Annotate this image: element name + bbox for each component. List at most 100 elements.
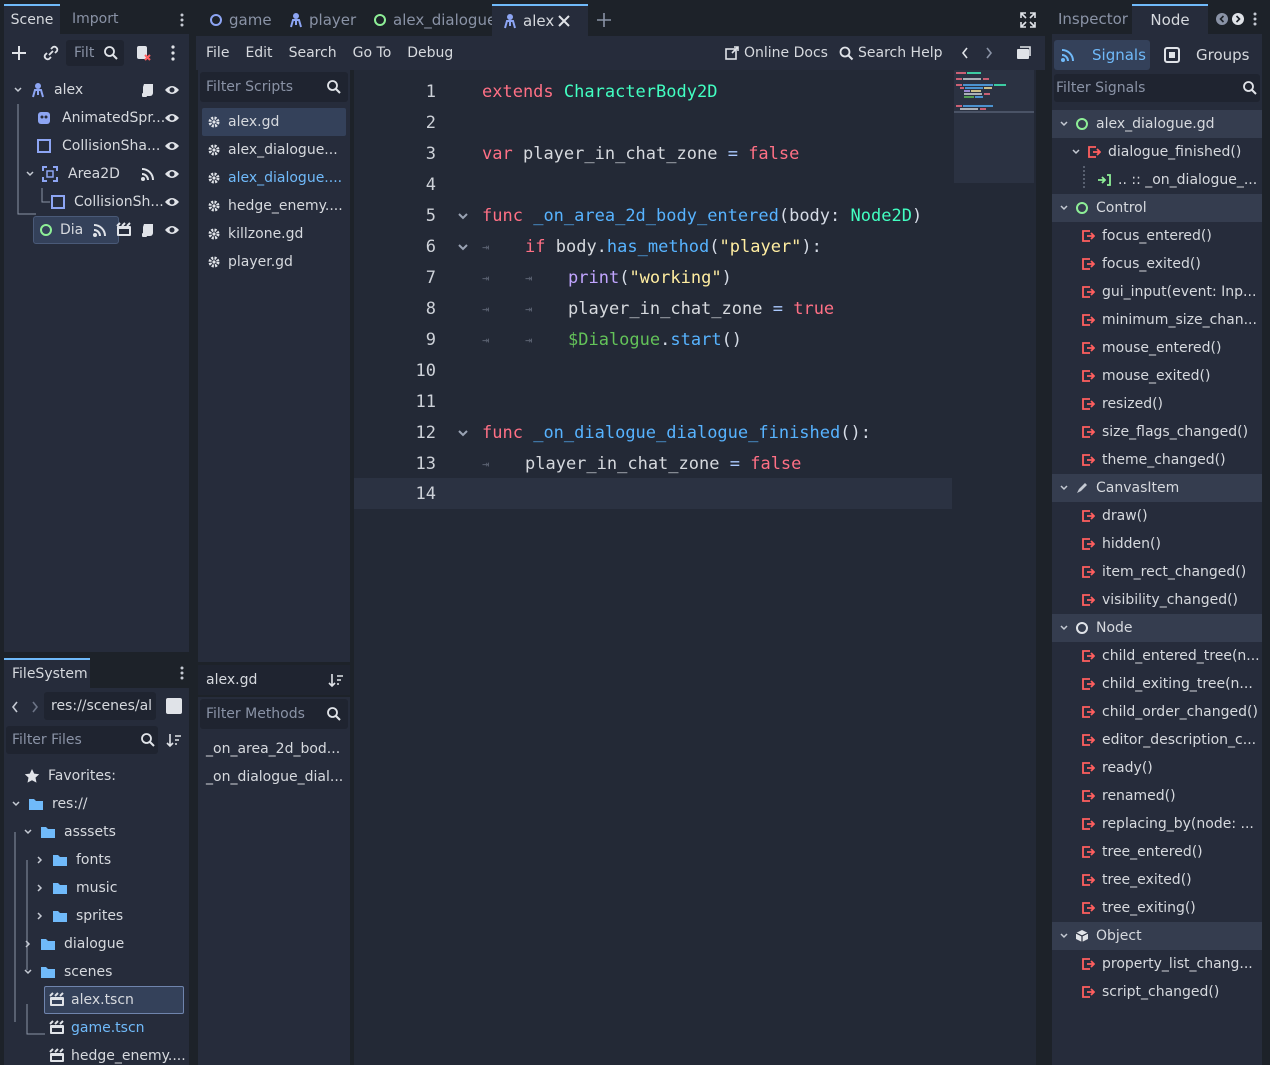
tab-filesystem[interactable]: FileSystem — [4, 658, 90, 688]
script-icon[interactable] — [140, 222, 156, 238]
file-alex-tscn[interactable]: alex.tscn — [44, 986, 184, 1014]
visibility-icon[interactable] — [164, 222, 180, 238]
fold-arrow-icon[interactable] — [444, 428, 482, 438]
signal-item[interactable]: script_changed() — [1052, 978, 1262, 1006]
signal-item[interactable]: focus_exited() — [1052, 250, 1262, 278]
signal-item[interactable]: child_entered_tree(n... — [1052, 642, 1262, 670]
chevron-down-icon[interactable] — [10, 82, 26, 98]
signal-icon[interactable] — [140, 166, 156, 182]
tab-node[interactable]: Node — [1132, 4, 1208, 34]
path-field[interactable]: res://scenes/al — [44, 692, 156, 720]
back-arrow-icon[interactable] — [960, 46, 970, 60]
add-tab-icon[interactable] — [596, 12, 612, 28]
signal-group-object[interactable]: Object — [1052, 922, 1262, 950]
split-mode-icon[interactable] — [166, 698, 182, 714]
link-icon[interactable] — [42, 44, 60, 62]
file-game-tscn[interactable]: game.tscn — [4, 1014, 189, 1042]
tree-item-dialogue[interactable]: Dia — [4, 216, 189, 244]
filter-scripts-input[interactable]: Filter Scripts — [200, 72, 348, 102]
file-hedge-enemy[interactable]: hedge_enemy.... — [4, 1042, 189, 1065]
add-node-icon[interactable] — [10, 44, 28, 62]
scene-instance-icon[interactable] — [116, 222, 132, 238]
visibility-icon[interactable] — [164, 110, 180, 126]
method-item[interactable]: _on_area_2d_bod... — [198, 735, 350, 763]
signal-item[interactable]: child_order_changed() — [1052, 698, 1262, 726]
signal-group-canvasitem[interactable]: CanvasItem — [1052, 474, 1262, 502]
folder-sprites[interactable]: sprites — [4, 902, 189, 930]
dock-menu-icon[interactable] — [178, 665, 186, 681]
current-script-field[interactable]: alex.gd — [198, 665, 350, 695]
folder-scenes[interactable]: scenes — [4, 958, 189, 986]
visibility-icon[interactable] — [164, 166, 180, 182]
signal-group-node[interactable]: Node — [1052, 614, 1262, 642]
signal-item[interactable]: dialogue_finished() — [1052, 138, 1262, 166]
signal-item[interactable]: draw() — [1052, 502, 1262, 530]
filter-signals-input[interactable]: Filter Signals — [1054, 74, 1260, 102]
signal-item[interactable]: item_rect_changed() — [1052, 558, 1262, 586]
signal-item[interactable]: tree_exited() — [1052, 866, 1262, 894]
signal-item[interactable]: tree_entered() — [1052, 838, 1262, 866]
scene-filter-input[interactable]: Filt — [66, 40, 124, 66]
chevron-right-icon[interactable] — [32, 880, 48, 896]
signals-tab[interactable]: Signals — [1054, 40, 1150, 70]
signal-item[interactable]: visibility_changed() — [1052, 586, 1262, 614]
dock-menu-icon[interactable] — [178, 12, 186, 28]
menu-debug[interactable]: Debug — [407, 45, 453, 61]
filter-methods-input[interactable]: Filter Methods — [200, 699, 348, 729]
tab-player[interactable]: player — [280, 4, 364, 36]
signal-item[interactable]: focus_entered() — [1052, 222, 1262, 250]
menu-search[interactable]: Search — [289, 45, 337, 61]
chevron-down-icon[interactable] — [20, 824, 36, 840]
fold-arrow-icon[interactable] — [444, 242, 482, 252]
signal-item[interactable]: size_flags_changed() — [1052, 418, 1262, 446]
signal-item[interactable]: tree_exiting() — [1052, 894, 1262, 922]
chevron-right-icon[interactable] — [32, 908, 48, 924]
signal-item[interactable]: theme_changed() — [1052, 446, 1262, 474]
script-item[interactable]: hedge_enemy.... — [202, 192, 346, 220]
dock-menu-icon[interactable] — [1252, 12, 1258, 28]
chevron-down-icon[interactable] — [1056, 200, 1072, 216]
minimap[interactable] — [954, 70, 1034, 183]
filter-files-input[interactable]: Filter Files — [6, 726, 158, 754]
tab-inspector[interactable]: Inspector — [1058, 4, 1128, 34]
search-help-button[interactable]: Search Help — [838, 36, 942, 70]
favorites-item[interactable]: Favorites: — [4, 762, 189, 790]
folder-fonts[interactable]: fonts — [4, 846, 189, 874]
menu-edit[interactable]: Edit — [245, 45, 272, 61]
chevron-right-icon[interactable] — [20, 936, 36, 952]
script-item[interactable]: alex_dialogue.... — [202, 164, 346, 192]
signal-item[interactable]: child_exiting_tree(n... — [1052, 670, 1262, 698]
close-icon[interactable] — [558, 15, 570, 27]
tab-import[interactable]: Import — [72, 4, 118, 34]
folder-music[interactable]: music — [4, 874, 189, 902]
visibility-icon[interactable] — [164, 82, 180, 98]
method-item[interactable]: _on_dialogue_dial... — [198, 763, 350, 791]
signal-item[interactable]: resized() — [1052, 390, 1262, 418]
sort-icon[interactable] — [166, 732, 182, 748]
tree-item-collisionshape[interactable]: CollisionSha... — [4, 132, 189, 160]
tree-item-collisionshape2[interactable]: CollisionSh... — [4, 188, 189, 216]
folder-res[interactable]: res:// — [4, 790, 189, 818]
online-docs-button[interactable]: Online Docs — [724, 36, 828, 70]
chevron-down-icon[interactable] — [1056, 620, 1072, 636]
make-floating-icon[interactable] — [1016, 45, 1032, 61]
folder-dialogue[interactable]: dialogue — [4, 930, 189, 958]
distraction-free-icon[interactable] — [1020, 12, 1036, 28]
signal-item[interactable]: replacing_by(node: ... — [1052, 810, 1262, 838]
signal-item[interactable]: mouse_exited() — [1052, 362, 1262, 390]
signal-item[interactable]: property_list_chang... — [1052, 950, 1262, 978]
script-icon[interactable] — [140, 82, 156, 98]
signal-item[interactable]: gui_input(event: Inp... — [1052, 278, 1262, 306]
signal-icon[interactable] — [92, 222, 108, 238]
script-remove-icon[interactable] — [134, 44, 152, 62]
signal-group-control[interactable]: Control — [1052, 194, 1262, 222]
signal-item[interactable]: minimum_size_chan... — [1052, 306, 1262, 334]
tab-scroll-right-icon[interactable] — [1232, 13, 1244, 25]
forward-arrow-icon[interactable] — [30, 700, 40, 714]
connection-item[interactable]: .. :: _on_dialogue_... — [1052, 166, 1262, 194]
signal-item[interactable]: ready() — [1052, 754, 1262, 782]
chevron-down-icon[interactable] — [1056, 480, 1072, 496]
more-icon[interactable] — [170, 45, 176, 61]
tab-scene[interactable]: Scene — [4, 4, 60, 34]
groups-tab[interactable]: Groups — [1164, 40, 1249, 70]
